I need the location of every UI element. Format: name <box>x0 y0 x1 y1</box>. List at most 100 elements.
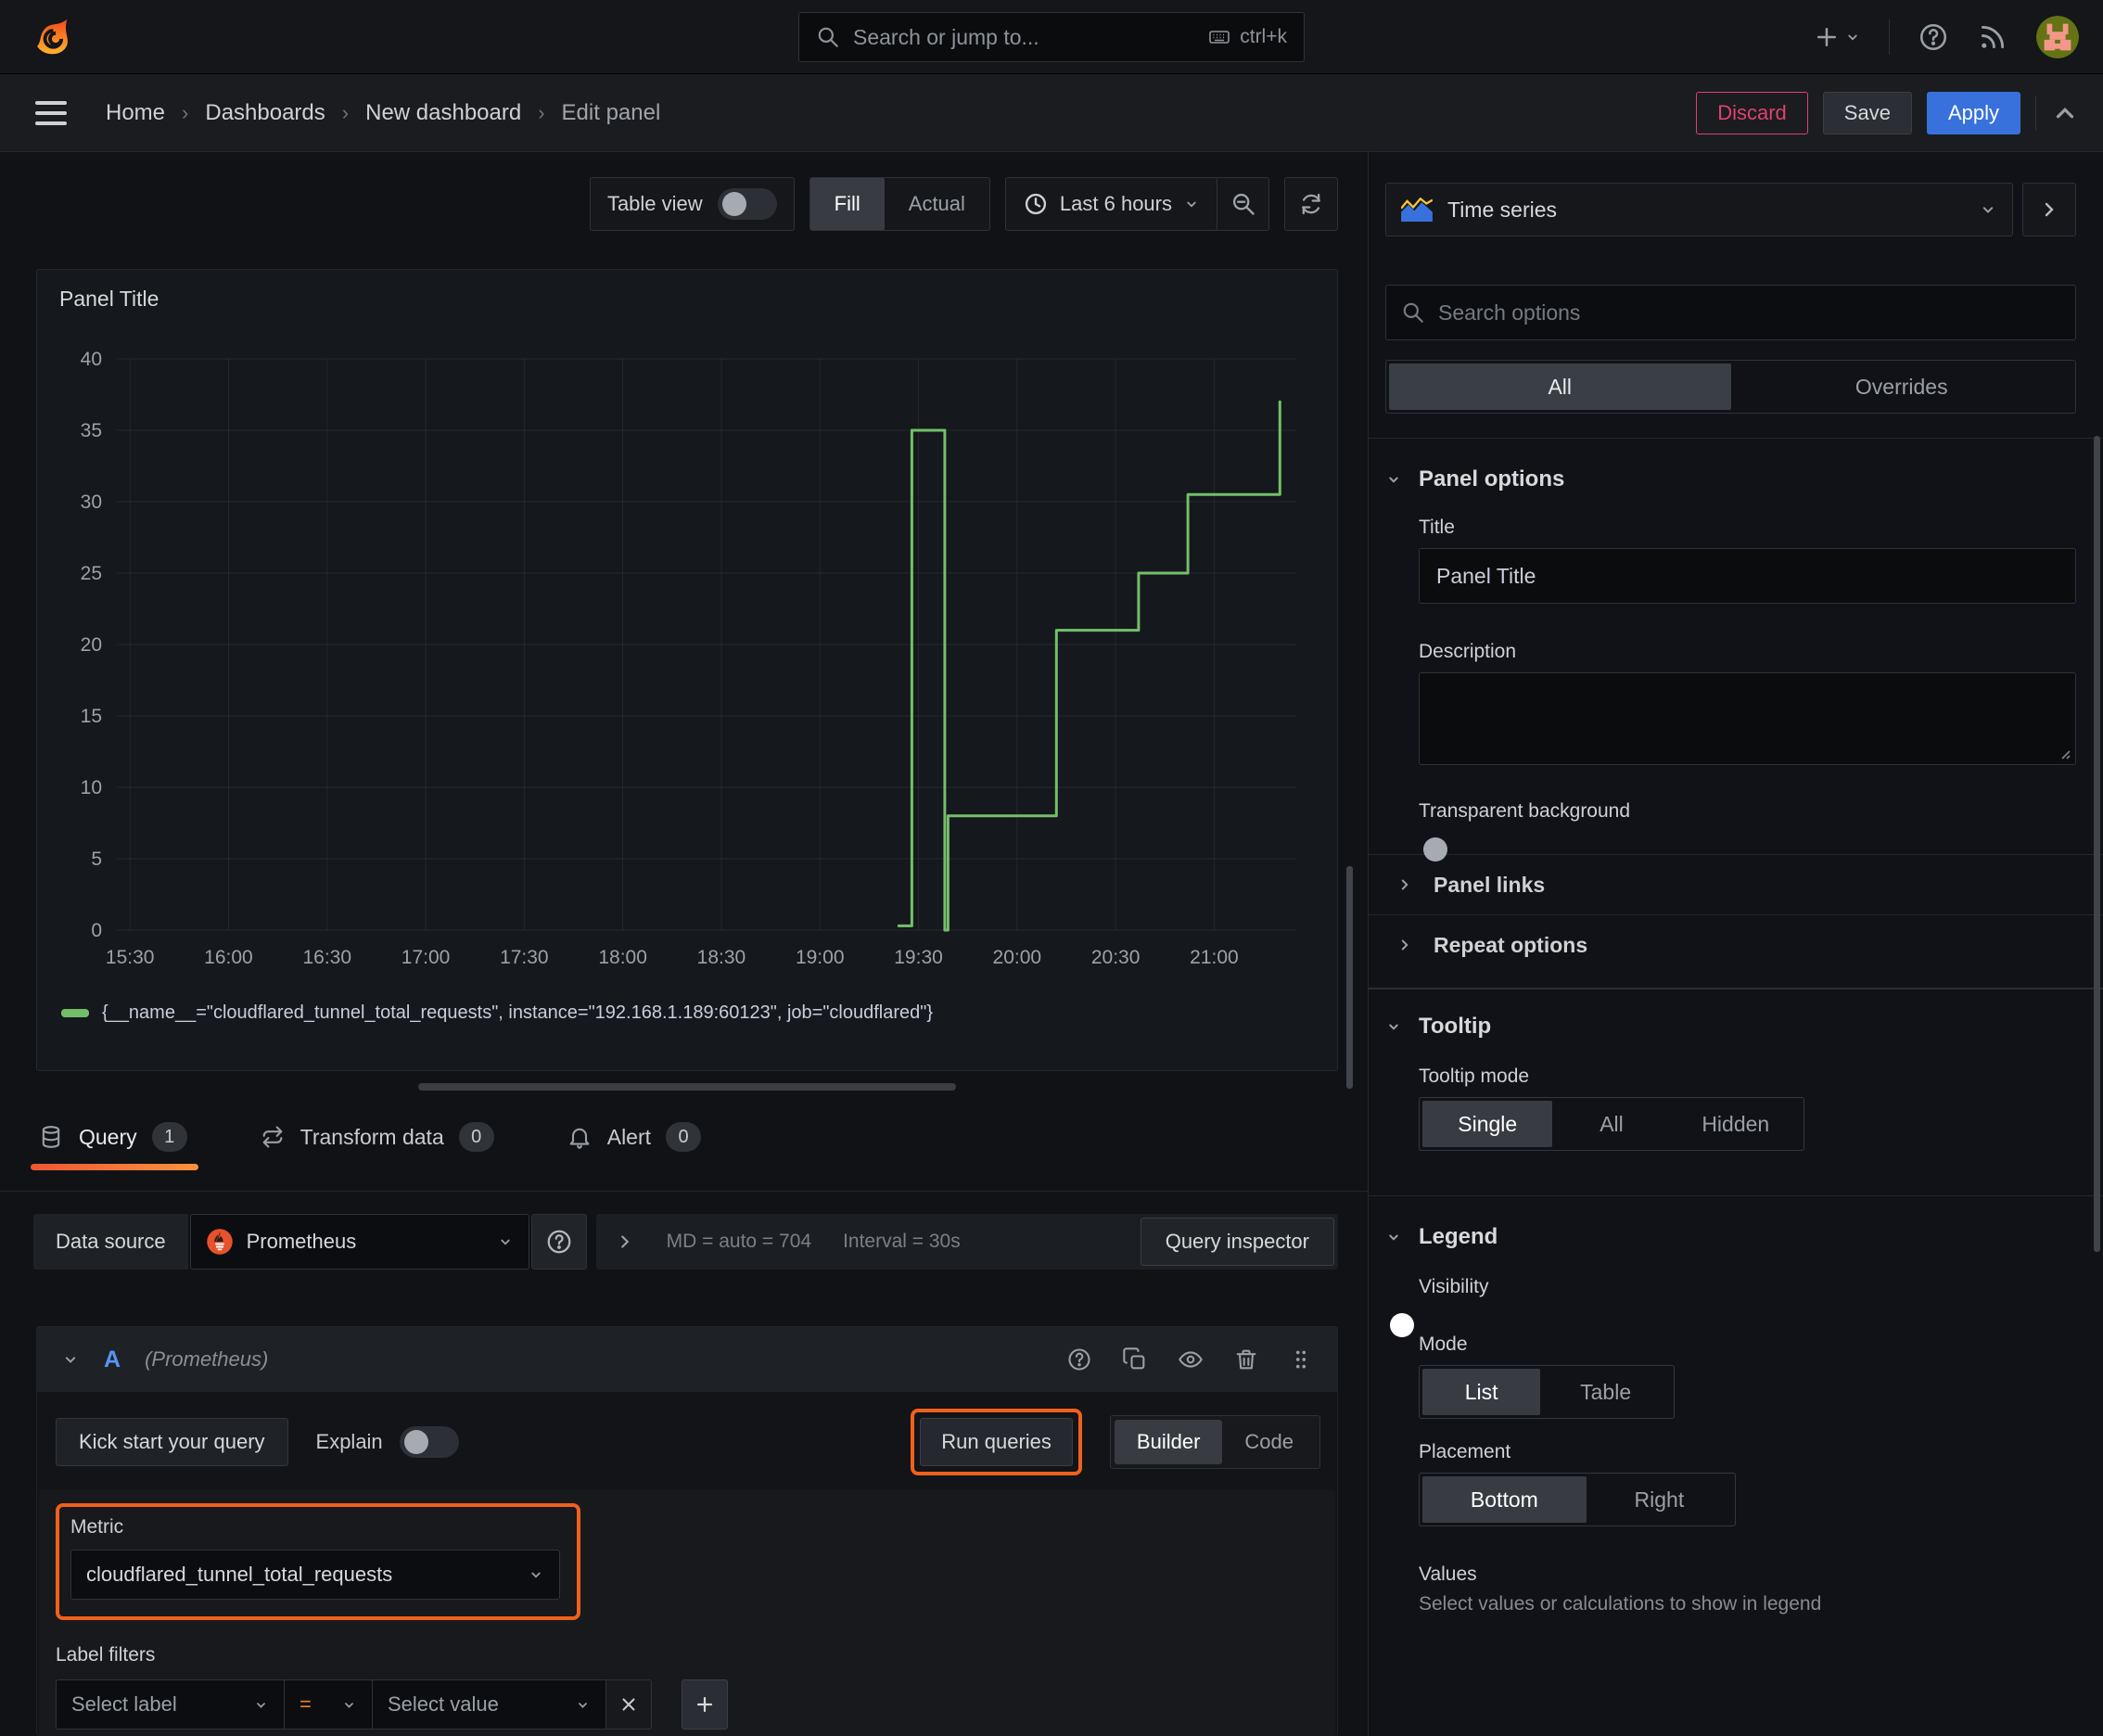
time-range-picker[interactable]: Last 6 hours <box>1006 191 1217 217</box>
operator-dropdown[interactable]: = <box>285 1679 372 1730</box>
global-search-input[interactable]: Search or jump to... ctrl+k <box>798 12 1305 62</box>
tooltip-section-header[interactable]: Tooltip <box>1385 1014 2076 1040</box>
visualization-picker[interactable]: Time series <box>1385 183 2013 236</box>
metric-label: Metric <box>70 1516 124 1538</box>
table-view-switch[interactable] <box>717 188 777 220</box>
resize-grip-icon[interactable] <box>2057 746 2071 760</box>
select-value-dropdown[interactable]: Select value <box>372 1679 606 1730</box>
legend-series-label[interactable]: {__name__="cloudflared_tunnel_total_requ… <box>102 1002 933 1024</box>
panel-resize-handle[interactable] <box>418 1083 956 1091</box>
menu-toggle-icon[interactable] <box>35 100 67 125</box>
add-new-button[interactable] <box>1813 23 1861 51</box>
remove-filter-button[interactable] <box>606 1679 652 1730</box>
panel-links-section[interactable]: Panel links <box>1385 855 2076 914</box>
section-title: Tooltip <box>1419 1014 1492 1039</box>
actual-option[interactable]: Actual <box>885 178 989 230</box>
code-option[interactable]: Code <box>1222 1420 1316 1464</box>
chevron-down-icon <box>1187 201 1196 208</box>
svg-text:25: 25 <box>81 563 102 584</box>
svg-text:18:00: 18:00 <box>598 947 647 968</box>
refresh-icon <box>1302 193 1320 215</box>
collapse-options-pane-icon[interactable] <box>2051 99 2079 127</box>
svg-text:0: 0 <box>91 920 102 941</box>
search-options-input[interactable]: Search options <box>1385 285 2076 340</box>
refresh-button[interactable] <box>1284 177 1338 231</box>
duplicate-query-icon[interactable] <box>1122 1347 1148 1372</box>
zoom-out-button[interactable] <box>1217 178 1268 230</box>
legend-mode-list[interactable]: List <box>1422 1369 1541 1415</box>
vertical-scrollbar[interactable] <box>2094 436 2100 1252</box>
legend-values-help: Select values or calculations to show in… <box>1419 1593 1822 1615</box>
time-range-label: Last 6 hours <box>1059 192 1172 215</box>
placement-bottom[interactable]: Bottom <box>1422 1476 1587 1523</box>
svg-text:17:30: 17:30 <box>500 947 549 968</box>
transform-count-badge: 0 <box>458 1122 494 1152</box>
save-button[interactable]: Save <box>1822 91 1912 134</box>
query-row-header[interactable]: A (Prometheus) <box>37 1327 1337 1392</box>
tooltip-mode-hidden[interactable]: Hidden <box>1671 1101 1801 1147</box>
chevron-right-icon <box>1396 937 1413 953</box>
query-ref-id[interactable]: A <box>104 1347 121 1373</box>
toggle-viz-pane-button[interactable] <box>2022 183 2076 236</box>
datasource-help-button[interactable] <box>530 1214 587 1270</box>
breadcrumb-separator: › <box>538 100 545 124</box>
tooltip-mode-single[interactable]: Single <box>1422 1101 1553 1147</box>
select-label-dropdown[interactable]: Select label <box>56 1679 285 1730</box>
tab-overrides[interactable]: Overrides <box>1731 364 2073 410</box>
search-placeholder: Search or jump to... <box>853 24 1039 49</box>
builder-option[interactable]: Builder <box>1114 1420 1223 1464</box>
datasource-name: Prometheus <box>246 1230 357 1253</box>
table-view-toggle[interactable]: Table view <box>589 177 795 231</box>
tab-all[interactable]: All <box>1389 364 1731 410</box>
breadcrumb-home[interactable]: Home <box>106 100 165 126</box>
legend-mode-label: Mode <box>1419 1334 1468 1355</box>
delete-query-icon[interactable] <box>1233 1347 1259 1372</box>
explain-switch[interactable] <box>399 1426 459 1458</box>
svg-text:20:30: 20:30 <box>1091 947 1141 968</box>
drag-query-handle-icon[interactable] <box>1289 1347 1313 1372</box>
time-series-chart[interactable]: 0 5 10 15 20 25 30 35 40 15:30 16:00 16:30 17:00 17:3… <box>59 351 1317 989</box>
tab-transform-data[interactable]: Transform data 0 <box>258 1115 500 1170</box>
run-queries-button[interactable]: Run queries <box>920 1418 1073 1466</box>
svg-text:16:00: 16:00 <box>204 947 253 968</box>
plus-icon <box>696 1696 713 1713</box>
tab-alert-label: Alert <box>606 1124 652 1149</box>
tab-query[interactable]: Query 1 <box>31 1115 198 1170</box>
svg-text:30: 30 <box>81 491 102 513</box>
tooltip-mode-all[interactable]: All <box>1552 1101 1670 1147</box>
kick-start-query-button[interactable]: Kick start your query <box>56 1418 288 1466</box>
panel-title-input[interactable] <box>1419 548 2076 604</box>
svg-text:19:30: 19:30 <box>894 947 943 968</box>
tab-alert[interactable]: Alert 0 <box>565 1115 707 1170</box>
help-icon[interactable] <box>1918 21 1949 53</box>
legend-series-swatch[interactable] <box>61 1009 89 1017</box>
user-avatar[interactable] <box>2036 16 2079 58</box>
datasource-picker[interactable]: Prometheus <box>189 1214 529 1270</box>
panel-description-textarea[interactable] <box>1420 673 2075 764</box>
breadcrumb-dashboards[interactable]: Dashboards <box>205 100 325 126</box>
chevron-down-icon <box>497 1233 514 1250</box>
placement-right[interactable]: Right <box>1587 1476 1732 1523</box>
add-filter-button[interactable] <box>682 1679 728 1730</box>
alert-count-badge: 0 <box>666 1122 702 1152</box>
apply-button[interactable]: Apply <box>1926 91 2020 134</box>
discard-button[interactable]: Discard <box>1696 91 1808 134</box>
query-inspector-button[interactable]: Query inspector <box>1140 1218 1334 1266</box>
search-icon <box>816 25 840 49</box>
fill-option[interactable]: Fill <box>809 178 885 230</box>
panel-options-section-header[interactable]: Panel options <box>1385 466 2076 492</box>
news-rss-icon[interactable] <box>1977 21 2008 53</box>
toggle-query-visibility-icon[interactable] <box>1178 1347 1204 1372</box>
query-help-icon[interactable] <box>1066 1347 1092 1372</box>
repeat-options-section[interactable]: Repeat options <box>1385 915 2076 975</box>
legend-section-header[interactable]: Legend <box>1385 1224 2076 1250</box>
prometheus-icon <box>206 1228 234 1256</box>
expand-options-icon[interactable] <box>615 1232 635 1252</box>
breadcrumb-new-dashboard[interactable]: New dashboard <box>365 100 521 126</box>
collapse-query-icon[interactable] <box>61 1350 80 1369</box>
legend-mode-table[interactable]: Table <box>1540 1369 1671 1415</box>
vertical-scrollbar[interactable] <box>1346 866 1353 1089</box>
metric-select[interactable]: cloudflared_tunnel_total_requests <box>70 1550 560 1600</box>
grafana-logo-icon[interactable] <box>32 15 74 59</box>
svg-text:10: 10 <box>81 777 102 798</box>
